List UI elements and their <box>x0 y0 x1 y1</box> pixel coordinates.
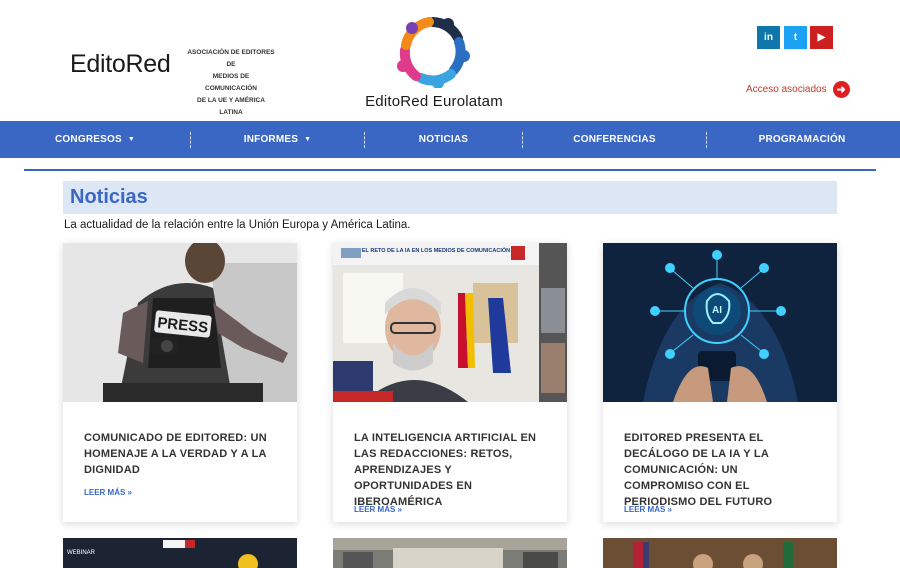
nav-label[interactable]: INFORMES <box>244 134 298 145</box>
news-card[interactable]: AI EDITORED PRESENTA EL DECÁLOGO DE LA I… <box>603 243 837 522</box>
linkedin-icon[interactable]: in <box>757 26 780 49</box>
read-more-link[interactable]: LEER MÁS » <box>84 488 132 497</box>
news-card-partial[interactable] <box>333 538 567 568</box>
twitter-icon[interactable]: t <box>784 26 807 49</box>
arrow-right-icon[interactable]: ➜ <box>832 81 850 98</box>
nav-label[interactable]: CONFERENCIAS <box>573 134 655 145</box>
news-title[interactable]: EDITORED PRESENTA EL DECÁLOGO DE LA IA Y… <box>624 430 820 510</box>
news-card-partial[interactable] <box>603 538 837 568</box>
chevron-down-icon[interactable]: ▼ <box>304 136 311 143</box>
editored-logo-icon[interactable] <box>396 14 470 88</box>
news-card[interactable]: EL RETO DE LA IA EN LOS MEDIOS DE COMUNI… <box>333 243 567 522</box>
nav-item-congresos[interactable]: CONGRESOS ▼ <box>0 121 190 158</box>
news-image-ai[interactable]: AI <box>603 243 837 402</box>
brand-name[interactable]: EditoRed <box>70 50 171 79</box>
ai-icon-label: AI <box>712 305 722 316</box>
news-image-webinar[interactable]: EL RETO DE LA IA EN LOS MEDIOS DE COMUNI… <box>333 243 567 402</box>
members-access-label[interactable]: Acceso asociados <box>746 84 827 95</box>
logo-text: EditoRed Eurolatam <box>365 93 503 110</box>
chevron-down-icon[interactable]: ▼ <box>128 136 135 143</box>
nav-label[interactable]: NOTICIAS <box>419 134 468 145</box>
nav-item-noticias[interactable]: NOTICIAS <box>365 121 522 158</box>
nav-item-informes[interactable]: INFORMES ▼ <box>191 121 364 158</box>
main-nav: CONGRESOS ▼ INFORMES ▼ NOTICIAS CONFERENCI… <box>0 121 900 158</box>
news-title[interactable]: COMUNICADO DE EDITORED: UN HOMENAJE A LA… <box>84 430 280 478</box>
members-access-link[interactable]: Acceso asociados ➜ <box>746 81 850 98</box>
webinar-label: WEBINAR <box>67 550 96 556</box>
read-more-link[interactable]: LEER MÁS » <box>354 505 402 514</box>
news-title[interactable]: LA INTELIGENCIA ARTIFICIAL EN LAS REDACC… <box>354 430 550 510</box>
site-header: EditoRed ASOCIACIÓN DE EDITORES DE MEDIO… <box>0 0 900 121</box>
nav-item-conferencias[interactable]: CONFERENCIAS <box>523 121 706 158</box>
association-line: ASOCIACIÓN DE EDITORES DE <box>187 49 275 68</box>
news-image-press[interactable]: PRESS <box>63 243 297 402</box>
read-more-link[interactable]: LEER MÁS » <box>624 505 672 514</box>
webinar-banner-text: EL RETO DE LA IA EN LOS MEDIOS DE COMUNI… <box>362 246 510 254</box>
page-title: Noticias <box>70 186 148 208</box>
nav-label[interactable]: CONGRESOS <box>55 134 122 145</box>
association-tagline: ASOCIACIÓN DE EDITORES DE MEDIOS DE COMU… <box>186 47 276 119</box>
section-heading: Noticias <box>63 181 837 214</box>
association-line: MEDIOS DE COMUNICACIÓN <box>205 73 257 92</box>
nav-item-programacion[interactable]: PROGRAMACIÓN <box>707 121 897 158</box>
section-divider <box>24 169 876 171</box>
news-card[interactable]: PRESS COMUNICADO DE EDITORED: UN HOMENAJ… <box>63 243 297 522</box>
news-card-partial[interactable]: WEBINAR <box>63 538 297 568</box>
nav-label[interactable]: PROGRAMACIÓN <box>759 134 846 145</box>
page-subtitle: La actualidad de la relación entre la Un… <box>64 219 411 231</box>
youtube-icon[interactable]: ▶ <box>810 26 833 49</box>
association-line: DE LA UE Y AMÉRICA LATINA <box>197 97 265 116</box>
